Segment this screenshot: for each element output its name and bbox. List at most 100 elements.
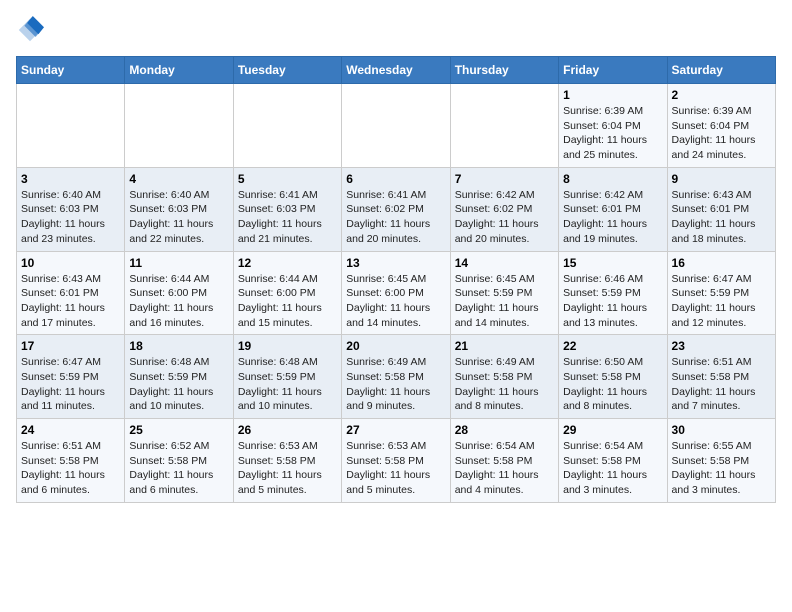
day-info: Sunrise: 6:40 AM Sunset: 6:03 PM Dayligh… xyxy=(129,188,228,247)
calendar-cell: 29 Sunrise: 6:54 AM Sunset: 5:58 PM Dayli… xyxy=(559,419,667,503)
day-number: 20 xyxy=(346,339,445,353)
calendar-cell: 22Sunrise: 6:50 AM Sunset: 5:58 PM Dayli… xyxy=(559,335,667,419)
calendar-cell: 28Sunrise: 6:54 AM Sunset: 5:58 PM Dayli… xyxy=(450,419,558,503)
calendar-week-row: 10 Sunrise: 6:43 AM Sunset: 6:01 PM Dayli… xyxy=(17,251,776,335)
calendar-cell xyxy=(125,84,233,168)
day-number: 8 xyxy=(563,172,662,186)
day-number: 28 xyxy=(455,423,554,437)
calendar-header-row: SundayMondayTuesdayWednesdayThursdayFrid… xyxy=(17,57,776,84)
day-number: 30 xyxy=(672,423,771,437)
day-info: Sunrise: 6:41 AM Sunset: 6:03 PM Dayligh… xyxy=(238,188,337,247)
day-number: 9 xyxy=(672,172,771,186)
day-info: Sunrise: 6:43 AM Sunset: 6:01 PM Dayligh… xyxy=(672,188,771,247)
day-info: Sunrise: 6:48 AM Sunset: 5:59 PM Dayligh… xyxy=(129,355,228,414)
day-number: 29 xyxy=(563,423,662,437)
day-info: Sunrise: 6:40 AM Sunset: 6:03 PM Dayligh… xyxy=(21,188,120,247)
day-info: Sunrise: 6:39 AM Sunset: 6:04 PM Dayligh… xyxy=(672,104,771,163)
calendar-cell xyxy=(342,84,450,168)
day-info: Sunrise: 6:54 AM Sunset: 5:58 PM Dayligh… xyxy=(563,439,662,498)
day-info: Sunrise: 6:47 AM Sunset: 5:59 PM Dayligh… xyxy=(672,272,771,331)
day-number: 2 xyxy=(672,88,771,102)
calendar-cell: 7 Sunrise: 6:42 AM Sunset: 6:02 PM Daylig… xyxy=(450,167,558,251)
day-number: 18 xyxy=(129,339,228,353)
day-info: Sunrise: 6:48 AM Sunset: 5:59 PM Dayligh… xyxy=(238,355,337,414)
day-info: Sunrise: 6:39 AM Sunset: 6:04 PM Dayligh… xyxy=(563,104,662,163)
day-number: 4 xyxy=(129,172,228,186)
calendar-cell: 17 Sunrise: 6:47 AM Sunset: 5:59 PM Dayli… xyxy=(17,335,125,419)
calendar-cell: 8 Sunrise: 6:42 AM Sunset: 6:01 PM Daylig… xyxy=(559,167,667,251)
day-info: Sunrise: 6:49 AM Sunset: 5:58 PM Dayligh… xyxy=(346,355,445,414)
calendar-cell xyxy=(233,84,341,168)
day-number: 21 xyxy=(455,339,554,353)
calendar-cell: 6 Sunrise: 6:41 AM Sunset: 6:02 PM Daylig… xyxy=(342,167,450,251)
calendar-cell: 11Sunrise: 6:44 AM Sunset: 6:00 PM Dayli… xyxy=(125,251,233,335)
day-number: 12 xyxy=(238,256,337,270)
day-info: Sunrise: 6:51 AM Sunset: 5:58 PM Dayligh… xyxy=(672,355,771,414)
day-info: Sunrise: 6:43 AM Sunset: 6:01 PM Dayligh… xyxy=(21,272,120,331)
weekday-header: Friday xyxy=(559,57,667,84)
calendar-week-row: 3 Sunrise: 6:40 AM Sunset: 6:03 PM Daylig… xyxy=(17,167,776,251)
day-number: 26 xyxy=(238,423,337,437)
calendar-cell: 30 Sunrise: 6:55 AM Sunset: 5:58 PM Dayli… xyxy=(667,419,775,503)
calendar-cell: 15 Sunrise: 6:46 AM Sunset: 5:59 PM Dayli… xyxy=(559,251,667,335)
calendar-cell: 4 Sunrise: 6:40 AM Sunset: 6:03 PM Daylig… xyxy=(125,167,233,251)
day-info: Sunrise: 6:45 AM Sunset: 5:59 PM Dayligh… xyxy=(455,272,554,331)
day-number: 19 xyxy=(238,339,337,353)
day-number: 24 xyxy=(21,423,120,437)
day-number: 10 xyxy=(21,256,120,270)
calendar-cell: 3 Sunrise: 6:40 AM Sunset: 6:03 PM Daylig… xyxy=(17,167,125,251)
calendar-cell xyxy=(450,84,558,168)
calendar-cell: 10 Sunrise: 6:43 AM Sunset: 6:01 PM Dayli… xyxy=(17,251,125,335)
day-info: Sunrise: 6:53 AM Sunset: 5:58 PM Dayligh… xyxy=(238,439,337,498)
calendar-cell: 16Sunrise: 6:47 AM Sunset: 5:59 PM Dayli… xyxy=(667,251,775,335)
page-header xyxy=(16,16,776,44)
weekday-header: Sunday xyxy=(17,57,125,84)
day-number: 27 xyxy=(346,423,445,437)
day-info: Sunrise: 6:47 AM Sunset: 5:59 PM Dayligh… xyxy=(21,355,120,414)
day-number: 17 xyxy=(21,339,120,353)
calendar-cell: 21 Sunrise: 6:49 AM Sunset: 5:58 PM Dayli… xyxy=(450,335,558,419)
weekday-header: Monday xyxy=(125,57,233,84)
day-number: 23 xyxy=(672,339,771,353)
calendar-cell: 14Sunrise: 6:45 AM Sunset: 5:59 PM Dayli… xyxy=(450,251,558,335)
weekday-header: Tuesday xyxy=(233,57,341,84)
day-info: Sunrise: 6:41 AM Sunset: 6:02 PM Dayligh… xyxy=(346,188,445,247)
day-info: Sunrise: 6:49 AM Sunset: 5:58 PM Dayligh… xyxy=(455,355,554,414)
day-number: 7 xyxy=(455,172,554,186)
day-number: 15 xyxy=(563,256,662,270)
day-number: 6 xyxy=(346,172,445,186)
day-info: Sunrise: 6:51 AM Sunset: 5:58 PM Dayligh… xyxy=(21,439,120,498)
calendar-week-row: 17 Sunrise: 6:47 AM Sunset: 5:59 PM Dayli… xyxy=(17,335,776,419)
calendar-cell: 26 Sunrise: 6:53 AM Sunset: 5:58 PM Dayli… xyxy=(233,419,341,503)
day-number: 5 xyxy=(238,172,337,186)
calendar-cell: 5 Sunrise: 6:41 AM Sunset: 6:03 PM Daylig… xyxy=(233,167,341,251)
calendar-cell: 13Sunrise: 6:45 AM Sunset: 6:00 PM Dayli… xyxy=(342,251,450,335)
day-info: Sunrise: 6:46 AM Sunset: 5:59 PM Dayligh… xyxy=(563,272,662,331)
calendar-cell: 25 Sunrise: 6:52 AM Sunset: 5:58 PM Dayli… xyxy=(125,419,233,503)
calendar-cell: 9 Sunrise: 6:43 AM Sunset: 6:01 PM Daylig… xyxy=(667,167,775,251)
calendar-week-row: 24 Sunrise: 6:51 AM Sunset: 5:58 PM Dayli… xyxy=(17,419,776,503)
day-number: 13 xyxy=(346,256,445,270)
day-info: Sunrise: 6:50 AM Sunset: 5:58 PM Dayligh… xyxy=(563,355,662,414)
calendar-cell: 27 Sunrise: 6:53 AM Sunset: 5:58 PM Dayli… xyxy=(342,419,450,503)
calendar-cell: 20 Sunrise: 6:49 AM Sunset: 5:58 PM Dayli… xyxy=(342,335,450,419)
day-number: 1 xyxy=(563,88,662,102)
day-info: Sunrise: 6:53 AM Sunset: 5:58 PM Dayligh… xyxy=(346,439,445,498)
calendar-cell: 12Sunrise: 6:44 AM Sunset: 6:00 PM Dayli… xyxy=(233,251,341,335)
calendar-week-row: 1 Sunrise: 6:39 AM Sunset: 6:04 PM Daylig… xyxy=(17,84,776,168)
day-info: Sunrise: 6:42 AM Sunset: 6:01 PM Dayligh… xyxy=(563,188,662,247)
calendar-cell: 18 Sunrise: 6:48 AM Sunset: 5:59 PM Dayli… xyxy=(125,335,233,419)
logo xyxy=(16,16,48,44)
logo-icon xyxy=(16,16,44,44)
day-info: Sunrise: 6:52 AM Sunset: 5:58 PM Dayligh… xyxy=(129,439,228,498)
day-info: Sunrise: 6:55 AM Sunset: 5:58 PM Dayligh… xyxy=(672,439,771,498)
calendar-cell: 1 Sunrise: 6:39 AM Sunset: 6:04 PM Daylig… xyxy=(559,84,667,168)
day-number: 25 xyxy=(129,423,228,437)
day-info: Sunrise: 6:42 AM Sunset: 6:02 PM Dayligh… xyxy=(455,188,554,247)
calendar-cell: 24 Sunrise: 6:51 AM Sunset: 5:58 PM Dayli… xyxy=(17,419,125,503)
calendar-cell: 19 Sunrise: 6:48 AM Sunset: 5:59 PM Dayli… xyxy=(233,335,341,419)
calendar-cell: 23 Sunrise: 6:51 AM Sunset: 5:58 PM Dayli… xyxy=(667,335,775,419)
weekday-header: Wednesday xyxy=(342,57,450,84)
day-number: 11 xyxy=(129,256,228,270)
day-number: 3 xyxy=(21,172,120,186)
